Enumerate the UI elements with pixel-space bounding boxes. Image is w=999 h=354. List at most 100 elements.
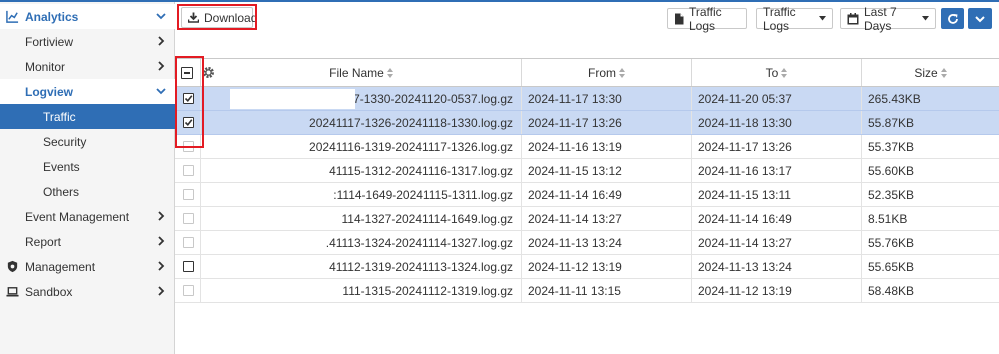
column-header-label: Size — [914, 65, 938, 80]
row-checkbox[interactable] — [183, 261, 194, 272]
traffic-logs-button[interactable]: Traffic Logs — [667, 5, 747, 33]
column-header-from[interactable]: From — [521, 59, 691, 86]
sidebar-item-others[interactable]: Others — [0, 179, 175, 204]
table-row[interactable]: 114-1327-20241114-1649.log.gz 2024-11-14 … — [175, 207, 999, 231]
shield-icon — [7, 260, 18, 273]
sidebar-item-security[interactable]: Security — [0, 129, 175, 154]
to-cell: 2024-11-14 13:27 — [691, 231, 861, 254]
table-row[interactable]: .41113-1324-20241114-1327.log.gz 2024-11-… — [175, 231, 999, 255]
file-name-cell: 20241116-1319-20241117-1326.log.gz — [200, 135, 521, 158]
sidebar-item-label: Report — [25, 234, 62, 249]
from-cell: 2024-11-17 13:30 — [521, 87, 691, 110]
to-cell: 2024-11-15 13:11 — [691, 183, 861, 206]
checkmark-icon — [184, 95, 193, 102]
to-cell: 2024-11-16 13:17 — [691, 159, 861, 182]
to-cell: 2024-11-12 13:19 — [691, 279, 861, 302]
size-cell: 55.87KB — [861, 111, 999, 134]
sidebar-item-label: Management — [25, 259, 96, 274]
file-name-cell: :1114-1649-20241115-1311.log.gz — [200, 183, 521, 206]
sidebar-item-events[interactable]: Events — [0, 154, 175, 179]
row-checkbox[interactable] — [183, 165, 194, 176]
sidebar: Analytics Fortiview Monitor Logview Traf… — [0, 2, 175, 354]
redaction-block — [230, 89, 355, 109]
caret-down-icon — [922, 16, 929, 21]
row-checkbox[interactable] — [183, 285, 194, 296]
sidebar-item-sandbox[interactable]: Sandbox — [0, 279, 175, 304]
sidebar-item-label: Security — [43, 134, 87, 149]
size-cell: 55.65KB — [861, 255, 999, 278]
sidebar-item-label: Logview — [25, 84, 74, 99]
sidebar-item-logview[interactable]: Logview — [0, 79, 175, 104]
row-checkbox[interactable] — [183, 213, 194, 224]
laptop-icon — [6, 287, 19, 297]
caret-down-icon — [819, 16, 826, 21]
table-row[interactable]: 41112-1319-20241113-1324.log.gz 2024-11-1… — [175, 255, 999, 279]
from-cell: 2024-11-11 13:15 — [521, 279, 691, 302]
sort-icon — [619, 67, 625, 78]
size-cell: 55.37KB — [861, 135, 999, 158]
column-header-size[interactable]: Size — [861, 59, 999, 86]
table-header: File Name From To Size — [175, 58, 999, 87]
row-checkbox[interactable] — [183, 237, 194, 248]
more-options-button[interactable] — [968, 8, 992, 29]
sort-icon — [940, 67, 947, 78]
from-cell: 2024-11-16 13:19 — [521, 135, 691, 158]
refresh-button[interactable] — [941, 8, 964, 29]
table-row[interactable]: 20241117-1326-20241118-1330.log.gz 2024-1… — [175, 111, 999, 135]
sidebar-item-fortiview[interactable]: Fortiview — [0, 29, 175, 54]
row-checkbox[interactable] — [183, 189, 194, 200]
from-cell: 2024-11-13 13:24 — [521, 231, 691, 254]
sidebar-item-traffic[interactable]: Traffic — [0, 104, 175, 129]
chevron-right-icon — [155, 259, 167, 273]
size-cell: 55.76KB — [861, 231, 999, 254]
chevron-right-icon — [155, 34, 167, 48]
sidebar-item-label: Event Management — [25, 209, 130, 224]
sidebar-item-label: Sandbox — [25, 284, 73, 299]
table-row[interactable]: 111-1315-20241112-1319.log.gz 2024-11-11 … — [175, 279, 999, 303]
chart-icon — [6, 10, 19, 23]
table-row[interactable]: 41115-1312-20241116-1317.log.gz 2024-11-1… — [175, 159, 999, 183]
download-icon — [188, 12, 199, 23]
row-checkbox[interactable] — [183, 117, 194, 128]
sort-icon — [386, 67, 393, 78]
download-button[interactable]: Download — [181, 7, 257, 28]
select-all-checkbox[interactable] — [181, 67, 193, 79]
column-header-label: To — [765, 65, 779, 80]
chevron-right-icon — [155, 209, 167, 223]
log-type-select[interactable]: Traffic Logs — [756, 5, 833, 33]
refresh-icon — [947, 13, 958, 24]
download-button-label: Download — [204, 10, 258, 25]
size-cell: 52.35KB — [861, 183, 999, 206]
column-header-file-name[interactable]: File Name — [200, 59, 521, 86]
from-cell: 2024-11-12 13:19 — [521, 255, 691, 278]
sidebar-item-monitor[interactable]: Monitor — [0, 54, 175, 79]
table-row[interactable]: :1114-1649-20241115-1311.log.gz 2024-11-1… — [175, 183, 999, 207]
column-header-to[interactable]: To — [691, 59, 861, 86]
row-checkbox[interactable] — [183, 141, 194, 152]
sidebar-item-management[interactable]: Management — [0, 254, 175, 279]
sidebar-item-label: Traffic — [43, 109, 76, 124]
time-range-select[interactable]: Last 7 Days — [840, 5, 936, 33]
row-checkbox[interactable] — [183, 93, 194, 104]
file-name-cell: .41113-1324-20241114-1327.log.gz — [200, 231, 521, 254]
to-cell: 2024-11-13 13:24 — [691, 255, 861, 278]
to-cell: 2024-11-20 05:37 — [691, 87, 861, 110]
file-name-cell: 20241117-1326-20241118-1330.log.gz — [200, 111, 521, 134]
sidebar-item-report[interactable]: Report — [0, 229, 175, 254]
size-cell: 55.60KB — [861, 159, 999, 182]
file-name-cell: 41115-1312-20241116-1317.log.gz — [200, 159, 521, 182]
size-cell: 58.48KB — [861, 279, 999, 302]
sort-icon — [781, 67, 788, 78]
chevron-right-icon — [155, 59, 167, 73]
time-range-select-value: Last 7 Days — [864, 4, 897, 33]
sidebar-item-analytics[interactable]: Analytics — [0, 4, 175, 29]
column-header-label: File Name — [329, 65, 384, 80]
from-cell: 2024-11-14 13:27 — [521, 207, 691, 230]
checkmark-icon — [184, 119, 193, 126]
file-icon — [674, 13, 684, 25]
file-name-cell: 41112-1319-20241113-1324.log.gz — [200, 255, 521, 278]
sidebar-item-event-management[interactable]: Event Management — [0, 204, 175, 229]
table-row[interactable]: 20241116-1319-20241117-1326.log.gz 2024-1… — [175, 135, 999, 159]
log-type-select-value: Traffic Logs — [763, 4, 796, 33]
chevron-down-icon — [155, 84, 167, 98]
